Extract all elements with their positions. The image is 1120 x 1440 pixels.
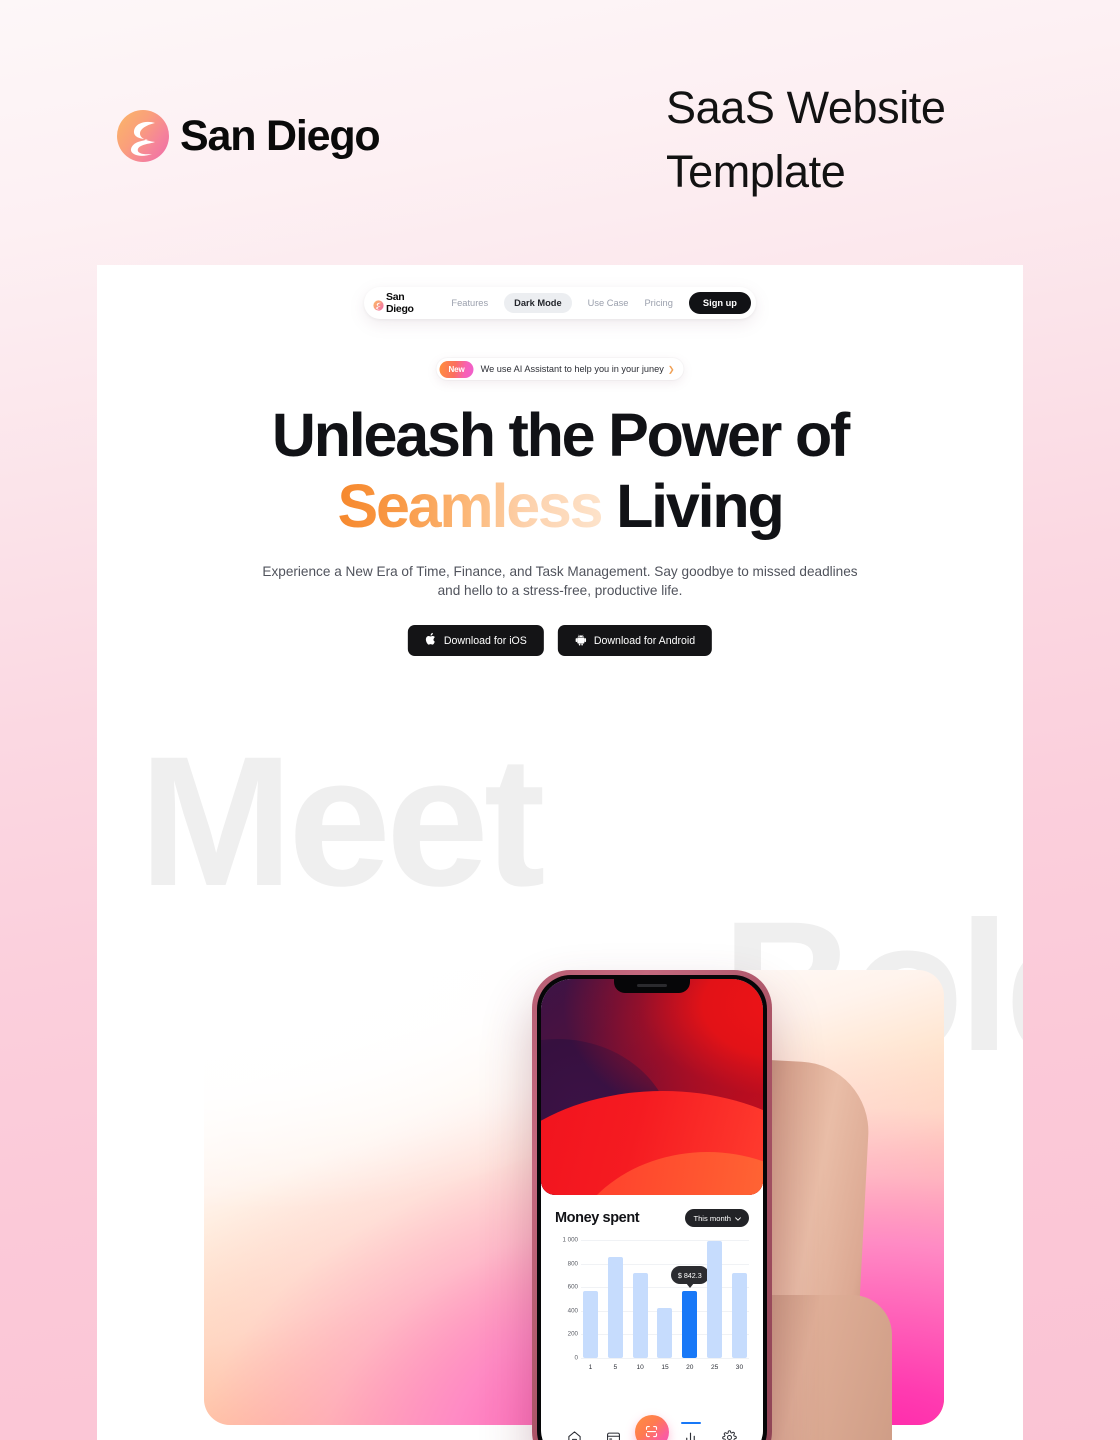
home-icon[interactable] [566,1429,583,1440]
chart-x-tick-label: 1 [588,1364,593,1371]
money-spent-card: Money spent This month 0 200 400 600 800 1 00… [541,1195,763,1419]
card-header: Money spent This month [555,1209,749,1227]
gear-icon[interactable] [721,1429,738,1440]
active-tab-indicator [680,1421,701,1424]
chart-x-tick-label: 30 [735,1364,744,1371]
chart-y-tick-label: 800 [567,1260,578,1268]
page-title-line-1: SaaS Website [666,82,946,133]
headline-accent-word: Seamless [337,472,603,541]
download-buttons-row: Download for iOS Download for Android [407,625,713,656]
chart-y-tick-label: 1 000 [562,1236,578,1244]
phone-screen: Money spent This month 0 200 400 600 800 1 00… [541,979,763,1440]
period-label: This month [693,1213,731,1223]
download-android-button[interactable]: Download for Android [557,625,713,656]
app-bottom-nav [541,1414,763,1440]
announcement-text: We use AI Assistant to help you in your … [480,364,664,374]
nav-link-features[interactable]: Features [451,298,488,308]
navbar-brand-label: San Diego [386,291,414,315]
page-title: SaaS Website Template [666,76,986,204]
bar-chart: 0 200 400 600 800 1 000 $ 842.3 [555,1236,749,1362]
phone-mockup: Money spent This month 0 200 400 600 800 1 00… [532,970,772,1440]
chart-bar[interactable] [632,1273,648,1358]
android-icon [575,633,587,649]
chart-bar[interactable] [707,1240,723,1358]
phone-notch [614,979,690,993]
scan-button[interactable] [634,1414,669,1440]
card-icon[interactable] [605,1429,622,1440]
brand-name: San Diego [180,111,381,160]
page-title-line-2: Template [666,145,846,197]
badge-new-pill: New [439,360,474,378]
chart-y-tick-label: 600 [567,1283,578,1291]
phone-wallpaper [541,979,763,1195]
bar-chart-icon[interactable] [680,1421,701,1440]
chart-tooltip: $ 842.3 [670,1266,709,1285]
card-title: Money spent [555,1210,640,1226]
chart-x-tick-label: 15 [661,1364,669,1371]
chart-bars: $ 842.3 [581,1240,749,1358]
site-navbar: San Diego Features Dark Mode Use Case Pr… [364,287,756,319]
chart-y-tick-label: 0 [574,1354,578,1362]
navbar-logo[interactable]: San Diego [373,291,434,315]
chart-x-tick-label: 5 [613,1364,618,1371]
nav-link-use-case[interactable]: Use Case [588,298,629,308]
sign-up-button[interactable]: Sign up [688,292,751,314]
s-circle-gradient-logo-icon [373,298,384,311]
chart-x-tick-label: 20 [686,1364,694,1371]
website-preview-card: Meet Bold San Diego Features Dark Mode U… [97,265,1023,1440]
download-android-label: Download for Android [593,634,696,647]
brand-logo[interactable]: San Diego [115,108,381,164]
period-selector[interactable]: This month [685,1209,749,1227]
chart-x-tick-label: 25 [710,1364,719,1371]
chart-x-tick-label: 10 [636,1364,644,1371]
chart-gridline [581,1358,749,1359]
announcement-badge[interactable]: New We use AI Assistant to help you in y… [436,358,684,380]
chart-bar[interactable] [657,1307,673,1358]
ghost-word-left: Meet [139,719,545,925]
chart-bar[interactable]: $ 842.3 [670,1266,709,1358]
nav-link-pricing[interactable]: Pricing [644,298,672,308]
download-ios-label: Download for iOS [443,634,527,647]
chart-bar[interactable] [731,1273,747,1358]
scan-icon-slot [634,1414,669,1440]
chevron-down-icon [735,1214,741,1223]
headline-line-1: Unleash the Power of [271,401,850,469]
headline-line-2-rest: Living [601,472,785,541]
chart-x-axis: 1 5 10 15 20 25 30 [581,1358,749,1371]
chart-y-tick-label: 400 [567,1307,578,1315]
hero-headline: Unleash the Power of Seamless Living [97,400,1023,543]
hero-subcopy: Experience a New Era of Time, Finance, a… [262,564,858,598]
chart-plot-area: $ 842.3 [581,1240,749,1359]
apple-icon [425,632,437,649]
page-header: San Diego SaaS Website Template [0,0,1120,265]
hand-holding-phone: Money spent This month 0 200 400 600 800 1 00… [452,965,1023,1440]
download-ios-button[interactable]: Download for iOS [407,625,544,656]
chevron-right-icon: ❯ [667,364,675,374]
chart-y-tick-label: 200 [567,1330,578,1338]
nav-dark-mode-toggle[interactable]: Dark Mode [504,293,572,313]
chart-bar[interactable] [607,1256,623,1358]
chart-bar[interactable] [583,1291,598,1358]
s-circle-gradient-logo-icon [115,108,171,164]
chart-y-axis: 0 200 400 600 800 1 000 [555,1236,581,1362]
